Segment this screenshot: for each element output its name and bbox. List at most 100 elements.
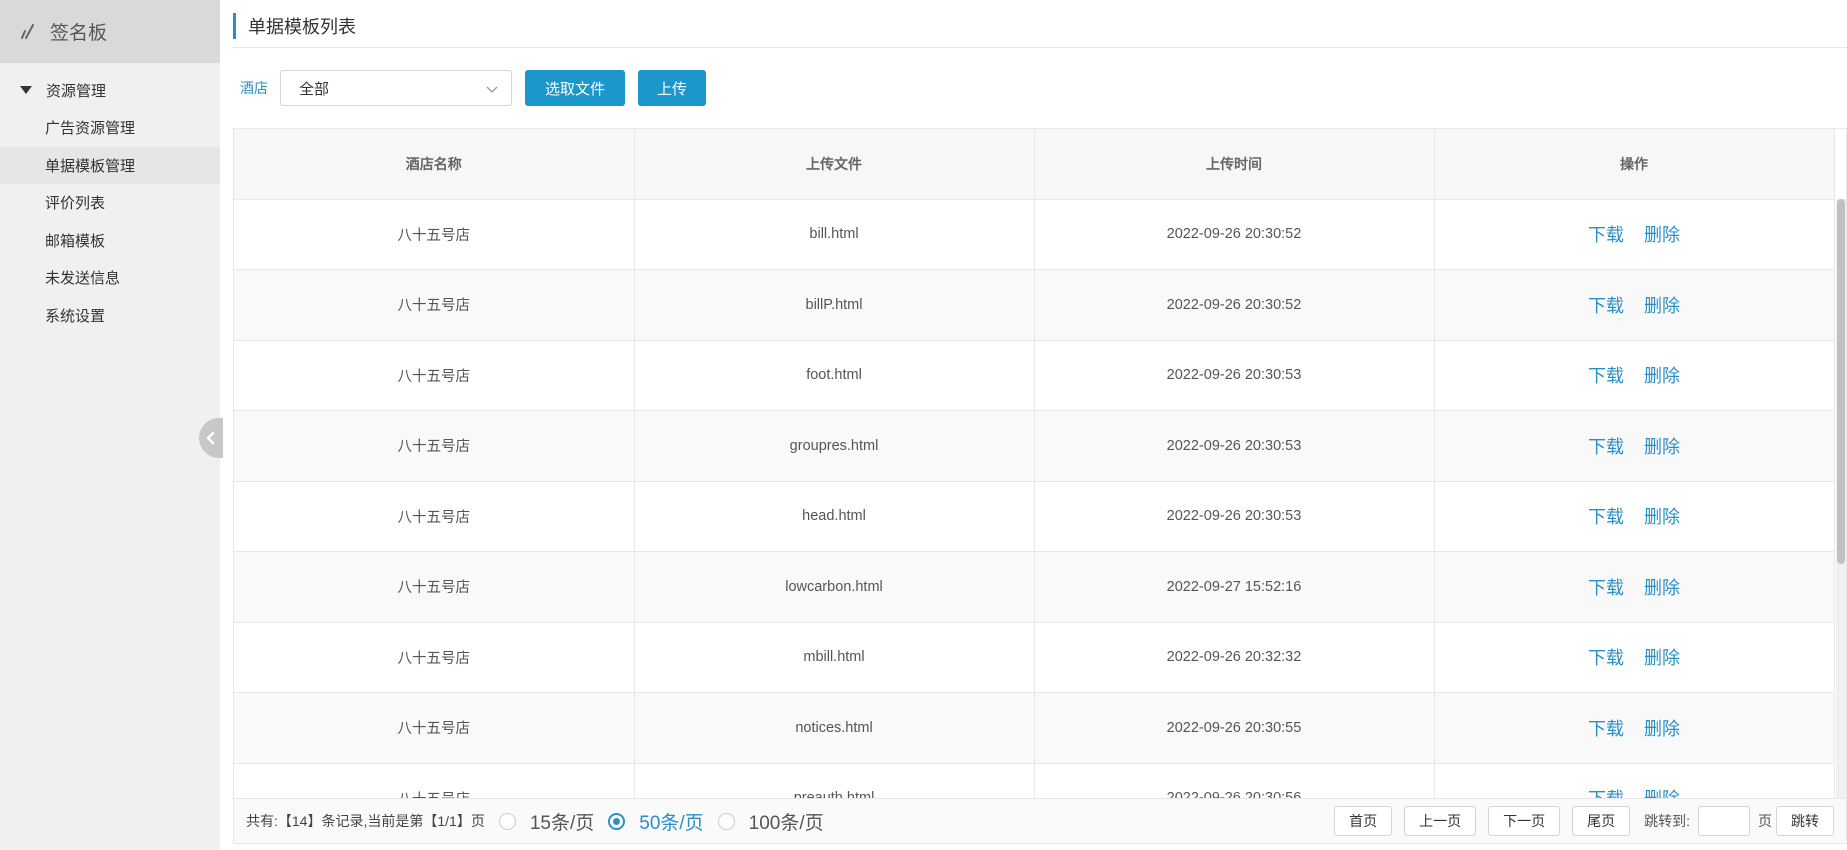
pagination-bar: 共有:【14】条记录,当前是第【1/1】页 15条/页 50条/页 100条/页…	[233, 798, 1847, 844]
cell-hotel: 八十五号店	[234, 692, 635, 764]
chevron-left-icon	[206, 431, 215, 445]
cell-hotel: 八十五号店	[234, 763, 635, 798]
page-size-option-15[interactable]: 15条/页	[498, 808, 594, 835]
cell-file: lowcarbon.html	[634, 551, 1035, 623]
cell-file: notices.html	[634, 692, 1035, 764]
cell-time: 2022-09-27 15:52:16	[1034, 551, 1435, 623]
cell-file: head.html	[634, 481, 1035, 552]
page-size-label: 50条/页	[639, 812, 704, 834]
download-link[interactable]: 下载	[1588, 437, 1624, 457]
pager-controls: 首页 上一页 下一页 尾页 跳转到: 页 跳转	[1322, 806, 1834, 836]
brand-title: 签名板	[50, 23, 108, 44]
download-link[interactable]: 下载	[1588, 648, 1624, 668]
download-link[interactable]: 下载	[1588, 296, 1624, 316]
jump-button[interactable]: 跳转	[1776, 806, 1834, 836]
download-link[interactable]: 下载	[1588, 225, 1624, 245]
record-summary: 共有:【14】条记录,当前是第【1/1】页	[246, 813, 485, 829]
page-size-option-100[interactable]: 100条/页	[717, 808, 824, 835]
table-row: 八十五号店 billP.html 2022-09-26 20:30:52 下载 …	[234, 269, 1835, 341]
cell-file: foot.html	[634, 340, 1035, 411]
hotel-filter-label: 酒店	[240, 80, 268, 96]
table-header-row: 酒店名称 上传文件 上传时间 操作	[234, 129, 1835, 200]
column-header-time: 上传时间	[1034, 129, 1435, 200]
table-row: 八十五号店 mbill.html 2022-09-26 20:32:32 下载 …	[234, 622, 1835, 693]
toolbar: 酒店 全部 选取文件 上传	[240, 70, 707, 106]
table-row: 八十五号店 lowcarbon.html 2022-09-27 15:52:16…	[234, 551, 1835, 623]
table-row: 八十五号店 preauth.html 2022-09-26 20:30:56 下…	[234, 763, 1835, 798]
chevron-down-icon	[486, 86, 498, 93]
delete-link[interactable]: 删除	[1644, 507, 1680, 527]
cell-hotel: 八十五号店	[234, 622, 635, 693]
column-header-actions: 操作	[1434, 129, 1835, 200]
page-size-option-50[interactable]: 50条/页	[608, 808, 704, 835]
cell-hotel: 八十五号店	[234, 410, 635, 482]
main-content: 单据模板列表 酒店 全部 选取文件 上传 酒店名称 上传文件 上传时间 操作 八…	[220, 0, 1847, 850]
sidebar-group-label: 资源管理	[46, 82, 107, 100]
cell-time: 2022-09-26 20:30:53	[1034, 340, 1435, 411]
delete-link[interactable]: 删除	[1644, 366, 1680, 386]
delete-link[interactable]: 删除	[1644, 578, 1680, 598]
delete-link[interactable]: 删除	[1644, 437, 1680, 457]
page-header: 单据模板列表	[233, 12, 356, 40]
download-link[interactable]: 下载	[1588, 719, 1624, 739]
cell-actions: 下载 删除	[1434, 692, 1835, 764]
cell-time: 2022-09-26 20:30:55	[1034, 692, 1435, 764]
prev-page-button[interactable]: 上一页	[1404, 806, 1477, 836]
radio-icon	[717, 812, 735, 830]
delete-link[interactable]: 删除	[1644, 719, 1680, 739]
choose-file-button[interactable]: 选取文件	[525, 70, 626, 106]
cell-actions: 下载 删除	[1434, 481, 1835, 552]
upload-button[interactable]: 上传	[638, 70, 707, 106]
cell-time: 2022-09-26 20:30:52	[1034, 199, 1435, 270]
cell-hotel: 八十五号店	[234, 199, 635, 270]
download-link[interactable]: 下载	[1588, 507, 1624, 527]
download-link[interactable]: 下载	[1588, 578, 1624, 598]
hotel-select[interactable]: 全部	[280, 70, 512, 106]
cell-actions: 下载 删除	[1434, 410, 1835, 482]
delete-link[interactable]: 删除	[1644, 648, 1680, 668]
app-root: 签名板 资源管理 广告资源管理 单据模板管理 评价列表 邮箱模板 未发送信息 系…	[0, 0, 1847, 850]
cell-hotel: 八十五号店	[234, 269, 635, 341]
pen-icon	[18, 22, 38, 42]
cell-hotel: 八十五号店	[234, 551, 635, 623]
table-scrollbar-thumb[interactable]	[1837, 199, 1845, 564]
sidebar-item-ad-resources[interactable]: 广告资源管理	[0, 109, 220, 147]
table-row: 八十五号店 notices.html 2022-09-26 20:30:55 下…	[234, 692, 1835, 764]
delete-link[interactable]: 删除	[1644, 296, 1680, 316]
brand-header: 签名板	[0, 0, 220, 63]
cell-file: groupres.html	[634, 410, 1035, 482]
cell-hotel: 八十五号店	[234, 340, 635, 411]
header-divider	[233, 47, 1847, 48]
cell-file: preauth.html	[634, 763, 1035, 798]
caret-down-icon	[20, 86, 32, 94]
cell-actions: 下载 删除	[1434, 199, 1835, 270]
hotel-select-value: 全部	[299, 80, 330, 98]
cell-file: bill.html	[634, 199, 1035, 270]
cell-actions: 下载 删除	[1434, 763, 1835, 798]
cell-time: 2022-09-26 20:32:32	[1034, 622, 1435, 693]
sidebar-item-email-template[interactable]: 邮箱模板	[0, 222, 220, 260]
jump-label: 跳转到:	[1644, 813, 1690, 829]
page-size-label: 100条/页	[748, 812, 824, 834]
download-link[interactable]: 下载	[1588, 366, 1624, 386]
jump-page-input[interactable]	[1698, 806, 1750, 836]
radio-icon	[498, 812, 516, 830]
sidebar-group-resource[interactable]: 资源管理	[0, 71, 220, 109]
sidebar-item-system-settings[interactable]: 系统设置	[0, 297, 220, 335]
sidebar-item-review-list[interactable]: 评价列表	[0, 184, 220, 222]
table-row: 八十五号店 groupres.html 2022-09-26 20:30:53 …	[234, 410, 1835, 482]
cell-file: mbill.html	[634, 622, 1035, 693]
column-header-file: 上传文件	[634, 129, 1035, 200]
cell-hotel: 八十五号店	[234, 481, 635, 552]
table-row: 八十五号店 foot.html 2022-09-26 20:30:53 下载 删…	[234, 340, 1835, 411]
sidebar-item-template-management[interactable]: 单据模板管理	[0, 146, 220, 184]
column-header-hotel: 酒店名称	[234, 129, 635, 200]
next-page-button[interactable]: 下一页	[1488, 806, 1561, 836]
first-page-button[interactable]: 首页	[1334, 806, 1393, 836]
last-page-button[interactable]: 尾页	[1572, 806, 1631, 836]
template-table: 酒店名称 上传文件 上传时间 操作 八十五号店 bill.html 2022-0…	[234, 129, 1835, 798]
page-title: 单据模板列表	[248, 17, 356, 37]
sidebar-item-unsent-messages[interactable]: 未发送信息	[0, 259, 220, 297]
delete-link[interactable]: 删除	[1644, 225, 1680, 245]
cell-time: 2022-09-26 20:30:53	[1034, 410, 1435, 482]
